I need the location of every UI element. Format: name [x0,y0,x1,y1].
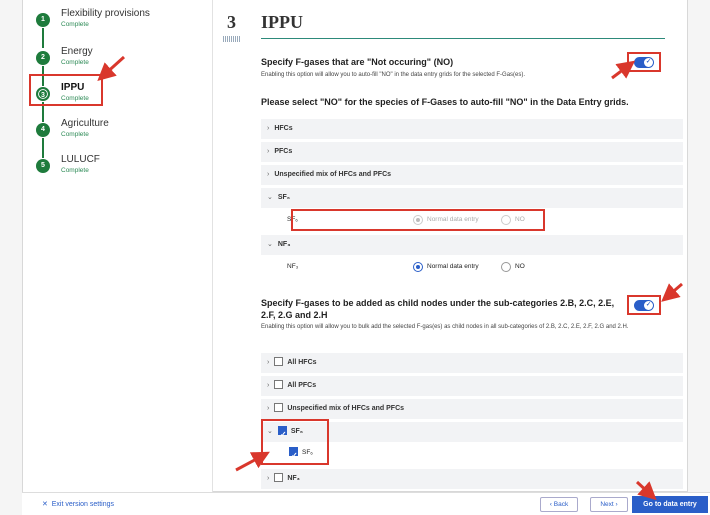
section-title: IPPU [261,12,303,32]
step-name: LULUCF [61,154,100,165]
child-nodes-description: Enabling this option will allow you to b… [261,324,629,330]
step-number-badge: 5 [36,159,50,173]
footer-bar: ✕ Exit version settings ‹ Back Next › Go… [22,492,710,515]
step-agriculture[interactable]: 4 Agriculture Complete [33,116,203,158]
accordion-label: Unspecified mix of HFCs and PFCs [274,171,392,178]
step-name: Energy [61,46,93,57]
accordion-sf6[interactable]: ⌄ SF₆ [261,188,683,208]
child-accordion-all-hfcs[interactable]: › All HFCs [261,353,683,373]
radio-no [501,262,511,272]
accordion-nf3[interactable]: ⌄ NF₃ [261,235,683,255]
next-label: Next [600,501,614,508]
radio-label: Normal data entry [427,263,479,270]
nf3-no-option[interactable]: NO [501,262,525,272]
step-status: Complete [61,21,89,28]
chevron-right-icon: › [267,148,270,155]
accordion-label: Unspecified mix of HFCs and PFCs [287,405,405,412]
annotation-highlight-box [29,74,103,106]
step-status: Complete [61,131,89,138]
accordion-label: All PFCs [287,382,317,389]
accordion-label: NF₃ [277,241,291,248]
chevron-left-icon: ‹ [549,501,552,508]
exit-label: Exit version settings [51,501,115,508]
checkbox[interactable] [274,472,284,482]
step-flexibility-provisions[interactable]: 1 Flexibility provisions Complete [33,6,203,48]
chevron-down-icon: ⌄ [267,194,273,201]
step-name: Agriculture [61,118,109,129]
step-lulucf[interactable]: 5 LULUCF Complete [33,152,203,188]
accordion-label: HFCs [274,125,293,132]
no-section-heading: Please select "NO" for the species of F-… [261,97,629,107]
accordion-label: SF₆ [277,194,290,201]
accordion-pfcs[interactable]: › PFCs [261,142,683,162]
radio-label: NO [515,263,525,270]
accordion-label: NF₃ [287,475,300,482]
main-content: 3 IPPU Specify F-gases that are "Not occ… [213,0,689,492]
checkbox[interactable] [274,402,284,412]
step-number-badge: 4 [36,123,50,137]
chevron-right-icon: › [267,475,270,482]
annotation-highlight-box [291,209,545,231]
settings-panel: 1 Flexibility provisions Complete 2 Ener… [22,0,688,492]
step-name: Flexibility provisions [61,8,150,19]
child-nodes-question: Specify F-gases to be added as child nod… [261,298,615,320]
section-decoration [223,36,241,42]
child-accordion-unspecified-mix[interactable]: › Unspecified mix of HFCs and PFCs [261,399,683,419]
accordion-unspecified-mix[interactable]: › Unspecified mix of HFCs and PFCs [261,165,683,185]
back-button[interactable]: ‹ Back [540,497,578,512]
gas-label: NF₃ [287,263,299,270]
go-to-data-entry-button[interactable]: Go to data entry [632,496,708,513]
annotation-highlight-box [627,52,661,72]
nf3-normal-option[interactable]: Normal data entry [413,262,479,272]
accordion-label: All HFCs [287,359,317,366]
nf3-no-row: NF₃ Normal data entry NO [261,257,683,277]
accordion-label: PFCs [274,148,293,155]
section-divider [261,38,665,39]
step-number-badge: 2 [36,51,50,65]
step-status: Complete [61,59,89,66]
radio-normal [413,262,423,272]
chevron-down-icon: ⌄ [267,241,273,248]
accordion-hfcs[interactable]: › HFCs [261,119,683,139]
chevron-right-icon: › [267,382,270,389]
step-status: Complete [61,167,89,174]
annotation-highlight-box [627,295,661,315]
child-accordion-all-pfcs[interactable]: › All PFCs [261,376,683,396]
child-accordion-nf3[interactable]: › NF₃ [261,469,683,489]
chevron-right-icon: › [267,171,270,178]
annotation-highlight-box [261,419,329,465]
chevron-right-icon: › [267,125,270,132]
exit-version-settings-link[interactable]: ✕ Exit version settings [42,500,114,508]
step-number-badge: 1 [36,13,50,27]
chevron-right-icon: › [267,405,270,412]
chevron-right-icon: › [615,501,618,508]
section-number: 3 [227,12,236,32]
back-label: Back [553,501,569,508]
checkbox[interactable] [274,379,284,389]
not-occurring-description: Enabling this option will allow you to a… [261,72,526,78]
checkbox[interactable] [274,356,284,366]
not-occurring-question: Specify F-gases that are "Not occuring" … [261,57,454,67]
next-button[interactable]: Next › [590,497,628,512]
steps-sidebar: 1 Flexibility provisions Complete 2 Ener… [23,0,213,492]
close-icon: ✕ [42,501,48,508]
chevron-right-icon: › [267,359,270,366]
